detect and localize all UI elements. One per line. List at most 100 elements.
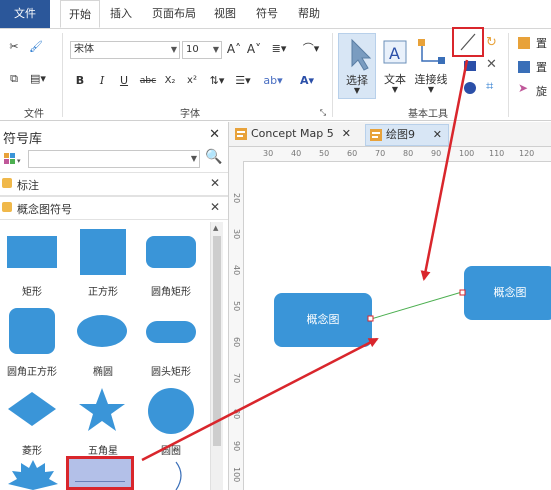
ribbon-separator [508,33,509,117]
close-icon[interactable]: ✕ [342,124,351,144]
line-spacing-icon[interactable]: ⇅▾ [206,73,228,89]
group-label-font: 字体 [180,109,200,120]
italic-button[interactable]: I [96,73,108,89]
highlight-icon[interactable]: ab▾ [258,73,288,89]
category-icon [2,202,12,212]
shape-round-end-rectangle[interactable] [146,321,196,343]
shape-burst[interactable] [8,460,58,490]
cut-icon[interactable]: ✂ [6,39,22,55]
document-tabs: Concept Map 5 ✕ 绘图9 ✕ [229,122,551,147]
chevron-down-icon: ▼ [190,154,197,163]
shape-square[interactable] [80,229,126,275]
font-name-combo[interactable]: 宋体 ▼ [70,41,180,59]
menu-symbol[interactable]: 符号 [250,0,284,28]
chevron-down-icon: ▼ [353,86,361,95]
font-color-icon[interactable]: A▾ [296,73,318,89]
ruler-tick: 60 [347,149,358,158]
library-scrollbar[interactable]: ▲ [210,222,223,490]
font-dialog-launcher-icon[interactable]: ⤡ [318,105,328,121]
shape-line-highlighted[interactable] [66,456,134,490]
crop-tool-icon[interactable]: ⌗ [486,79,500,94]
symbol-library-panel: 符号库 ✕ ▾ ▼ 🔍 标注 ✕ 概念图符号 ✕ 矩形 正方形 圆角矩形 圆角正… [0,122,229,490]
ruler-tick: 90 [232,441,241,452]
paste-icon[interactable]: ▤▾ [28,71,48,87]
shape-label: 菱形 [22,446,42,457]
shape-arc[interactable] [168,460,188,490]
send-back-icon[interactable] [518,61,530,73]
grow-font-icon[interactable]: A˄ [226,41,242,57]
category-icon [2,178,12,188]
bullet-list-icon[interactable]: ☰▾ [232,73,254,89]
ribbon-separator [62,33,63,117]
menu-page-layout[interactable]: 页面布局 [146,0,202,28]
line-preview [75,481,125,482]
close-icon[interactable]: ✕ [210,200,220,214]
library-grid-icon[interactable]: ▾ [2,150,24,168]
tab-drawing-9[interactable]: 绘图9 ✕ [365,124,449,146]
chevron-down-icon: ▼ [427,85,435,94]
chevron-down-icon: ▼ [170,45,177,54]
menu-help[interactable]: 帮助 [292,0,326,28]
grid-icon: ▾ [4,153,21,165]
shape-rectangle[interactable] [7,236,57,268]
font-size-combo[interactable]: 10 ▼ [182,41,222,59]
scroll-up-icon[interactable]: ▲ [213,224,218,232]
send-back-label[interactable]: 置 [536,59,547,75]
text-tool-button[interactable]: A 文本 ▼ [378,33,412,99]
bring-front-label[interactable]: 置 [536,35,547,51]
curve-icon[interactable]: ⌒▾ [296,41,326,57]
bold-button[interactable]: B [74,73,86,89]
ruler-tick: 50 [319,149,330,158]
strikethrough-button[interactable]: abc [138,73,158,89]
connector-tool-button[interactable]: 连接线 ▼ [412,33,450,99]
subscript-button[interactable]: X₂ [162,73,178,89]
ribbon-separator [332,33,333,117]
superscript-button[interactable]: x² [184,73,200,89]
copy-icon[interactable]: ⧉ [6,71,22,87]
menu-file[interactable]: 文件 [0,0,50,28]
arc-tool-icon[interactable]: ↻ [486,35,500,51]
text-tool-icon: A [383,40,407,64]
line-tool-button[interactable] [452,27,484,57]
shape-rounded-square[interactable] [9,308,55,354]
select-tool-button[interactable]: 选择 ▼ [338,33,376,99]
close-icon[interactable]: ✕ [209,127,220,142]
library-category-concept[interactable]: 概念图符号 ✕ [0,196,228,220]
library-search-input[interactable]: ▼ [28,150,200,168]
menu-view[interactable]: 视图 [208,0,242,28]
shape-ellipse[interactable] [77,315,127,347]
menu-insert[interactable]: 插入 [104,0,138,28]
library-category-callout[interactable]: 标注 ✕ [0,172,228,196]
concept-node-right[interactable]: 概念图 [464,266,551,320]
ruler-tick: 100 [459,149,475,158]
rotate-icon[interactable]: ➤ [518,81,528,95]
bring-front-icon[interactable] [518,37,530,49]
close-icon[interactable]: ✕ [210,176,220,190]
menu-home[interactable]: 开始 [60,0,100,28]
ellipse-tool-icon[interactable] [464,82,476,94]
rotate-label[interactable]: 旋 [536,83,547,99]
format-painter-icon[interactable]: 🖌 [28,39,44,55]
underline-button[interactable]: U [118,73,130,89]
ruler-tick: 40 [291,149,302,158]
shape-rounded-rectangle[interactable] [146,236,196,268]
align-icon[interactable]: ≣▾ [268,41,290,57]
shape-circle[interactable] [148,388,194,434]
close-icon[interactable]: ✕ [433,125,442,145]
cross-tool-icon[interactable]: ✕ [486,57,500,72]
document-icon [235,128,247,140]
font-name-value: 宋体 [74,44,94,55]
tab-concept-map-5[interactable]: Concept Map 5 ✕ [231,124,357,146]
ruler-tick: 80 [403,149,414,158]
shape-diamond[interactable] [6,390,58,428]
shape-star[interactable] [78,386,126,434]
shape-label: 五角星 [88,446,118,457]
ruler-tick: 120 [519,149,535,158]
rectangle-tool-icon[interactable] [464,61,476,71]
shrink-font-icon[interactable]: A˅ [246,41,262,57]
scrollbar-thumb[interactable] [213,236,221,446]
ruler-tick: 90 [431,149,442,158]
search-icon[interactable]: 🔍 [205,149,222,165]
ribbon: ✂ 🖌 ⧉ ▤▾ 文件 宋体 ▼ 10 ▼ A˄ A˅ ≣▾ ⌒▾ B I U … [0,27,551,121]
concept-node-left[interactable]: 概念图 [274,293,372,347]
